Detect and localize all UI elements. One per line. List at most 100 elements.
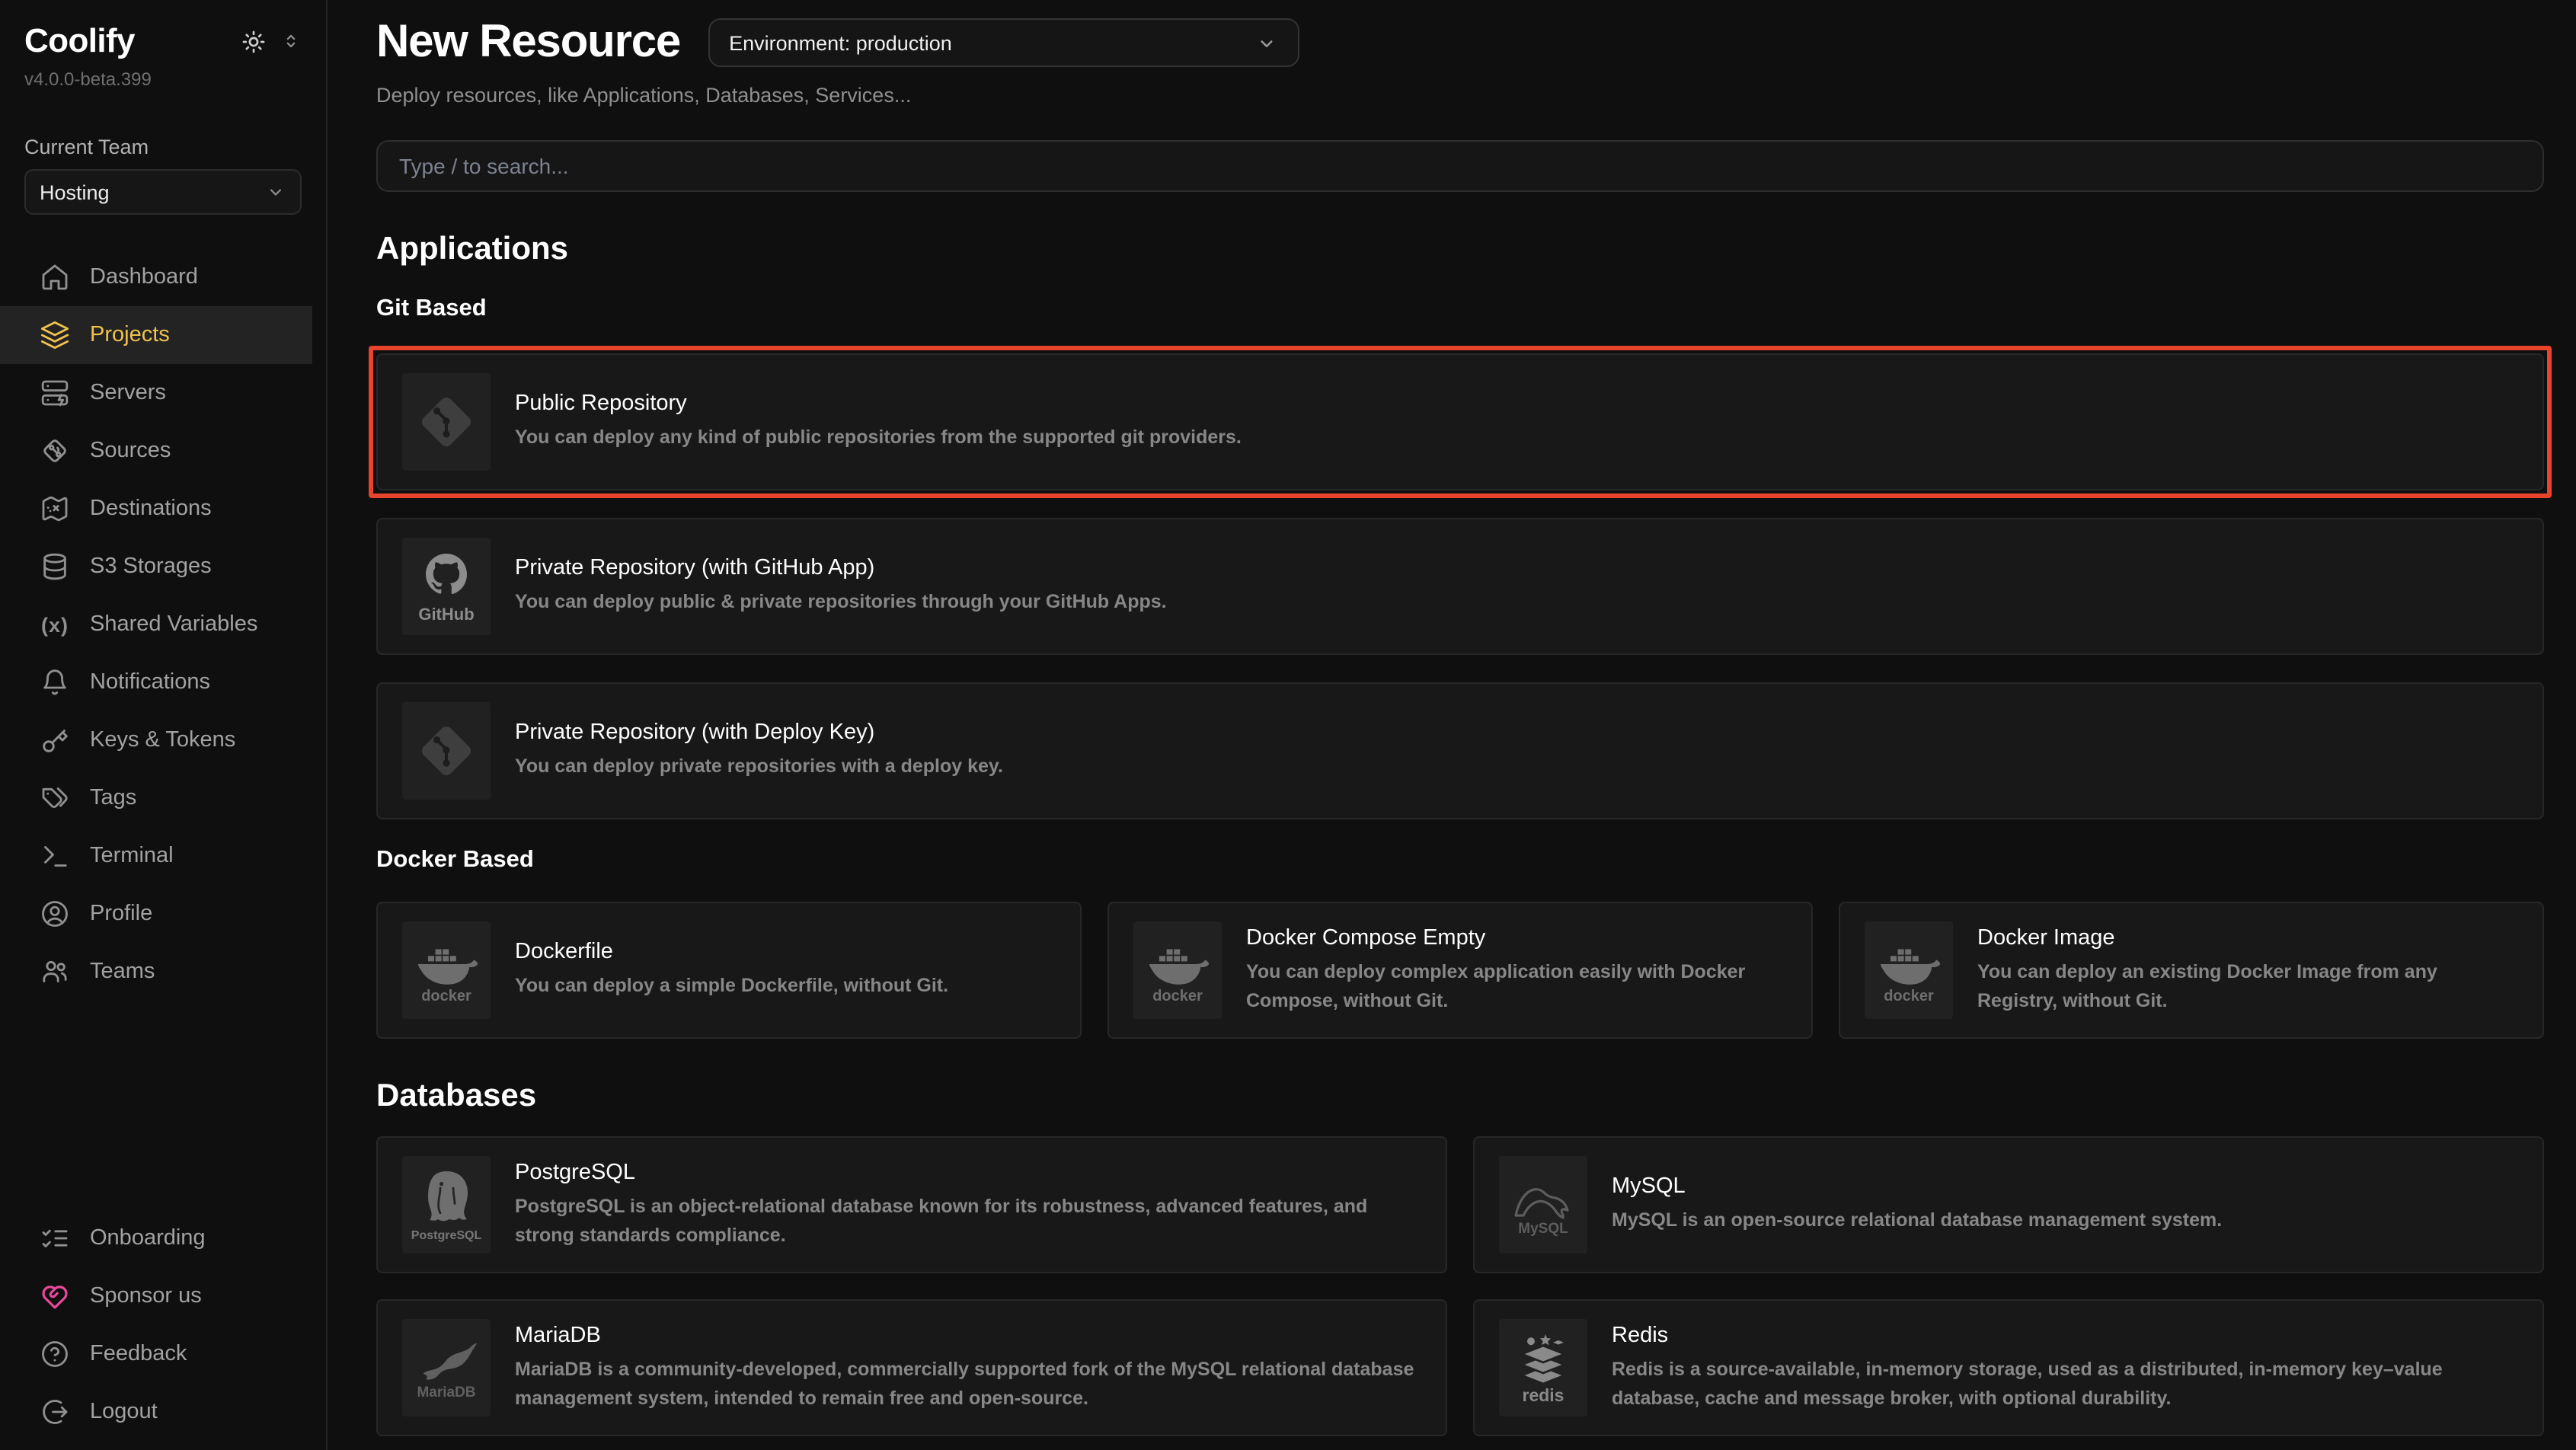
sidebar-item-label: Projects xyxy=(90,323,170,347)
sidebar-item-servers[interactable]: Servers xyxy=(0,364,312,422)
redis-logo: redis xyxy=(1499,1319,1587,1416)
card-desc: You can deploy public & private reposito… xyxy=(515,588,1167,617)
svg-text:GitHub: GitHub xyxy=(418,605,474,624)
sidebar-item-label: Sponsor us xyxy=(90,1284,202,1308)
sidebar-item-label: S3 Storages xyxy=(90,554,212,579)
git-logo xyxy=(402,702,491,800)
card-title: Private Repository (with GitHub App) xyxy=(515,556,1167,580)
theme-switcher-chevrons-icon[interactable] xyxy=(280,30,302,52)
key-icon xyxy=(40,725,70,755)
svg-text:docker: docker xyxy=(1152,988,1203,1004)
card-desc: MariaDB is a community-developed, commer… xyxy=(515,1356,1421,1413)
sidebar-item-feedback[interactable]: Feedback xyxy=(0,1325,312,1383)
current-team-label: Current Team xyxy=(24,136,302,158)
sidebar-item-label: Teams xyxy=(90,960,155,984)
database-icon xyxy=(40,551,70,582)
card-mysql[interactable]: MySQL MySQL MySQL is an open-source rela… xyxy=(1473,1136,2544,1273)
search-input[interactable] xyxy=(376,140,2544,192)
environment-select[interactable]: Environment: production xyxy=(708,18,1299,67)
card-title: Docker Image xyxy=(1977,926,2518,950)
user-circle-icon xyxy=(40,899,70,929)
card-title: Redis xyxy=(1612,1324,2518,1348)
chevron-down-icon xyxy=(1254,31,1277,54)
sidebar-item-shared-variables[interactable]: (x) Shared Variables xyxy=(0,596,312,653)
card-docker-compose-empty[interactable]: docker Docker Compose Empty You can depl… xyxy=(1107,902,1813,1039)
coolify-app: Coolify v4.0.0-beta.399 Current Team Hos… xyxy=(0,0,2576,1450)
sidebar-item-label: Destinations xyxy=(90,497,212,521)
map-icon xyxy=(40,493,70,524)
docker-logo: docker xyxy=(402,921,491,1019)
card-redis[interactable]: redis Redis Redis is a source-available,… xyxy=(1473,1299,2544,1436)
card-title: Docker Compose Empty xyxy=(1246,926,1787,950)
variables-icon: (x) xyxy=(40,609,70,640)
svg-text:docker: docker xyxy=(1884,988,1934,1004)
sidebar-item-label: Terminal xyxy=(90,844,174,868)
sidebar-item-destinations[interactable]: Destinations xyxy=(0,480,312,538)
card-title: Public Repository xyxy=(515,391,1242,416)
sidebar-item-tags[interactable]: Tags xyxy=(0,769,312,827)
theme-sun-icon[interactable] xyxy=(241,28,267,54)
card-desc: You can deploy complex application easil… xyxy=(1246,958,1787,1015)
terminal-icon xyxy=(40,841,70,871)
home-icon xyxy=(40,262,70,292)
card-dockerfile[interactable]: docker Dockerfile You can deploy a simpl… xyxy=(376,902,1082,1039)
card-private-repository-github-app[interactable]: GitHub Private Repository (with GitHub A… xyxy=(376,518,2544,655)
sidebar-item-label: Feedback xyxy=(90,1342,187,1366)
page-subtitle: Deploy resources, like Applications, Dat… xyxy=(376,84,2544,107)
subsection-title-git-based: Git Based xyxy=(376,295,2544,323)
main-content: New Resource Environment: production Dep… xyxy=(328,0,2576,1450)
subsection-title-docker-based: Docker Based xyxy=(376,847,2544,874)
sidebar-item-keys-tokens[interactable]: Keys & Tokens xyxy=(0,711,312,769)
sidebar-item-sponsor-us[interactable]: Sponsor us xyxy=(0,1267,312,1325)
server-icon xyxy=(40,378,70,408)
team-select-value: Hosting xyxy=(40,180,110,203)
card-desc: You can deploy a simple Dockerfile, with… xyxy=(515,972,948,1001)
card-title: PostgreSQL xyxy=(515,1161,1421,1185)
section-title-databases: Databases xyxy=(376,1078,2544,1115)
sidebar-item-sources[interactable]: Sources xyxy=(0,422,312,480)
environment-select-value: Environment: production xyxy=(729,31,952,54)
sidebar-item-terminal[interactable]: Terminal xyxy=(0,827,312,885)
sidebar-item-label: Shared Variables xyxy=(90,612,257,637)
help-circle-icon xyxy=(40,1339,70,1369)
mysql-logo: MySQL xyxy=(1499,1156,1587,1254)
docker-logo: docker xyxy=(1133,921,1222,1019)
sidebar-item-logout[interactable]: Logout xyxy=(0,1383,312,1441)
card-docker-image[interactable]: docker Docker Image You can deploy an ex… xyxy=(1839,902,2544,1039)
sidebar-item-label: Logout xyxy=(90,1400,158,1424)
list-checks-icon xyxy=(40,1223,70,1254)
card-mariadb[interactable]: MariaDB MariaDB MariaDB is a community-d… xyxy=(376,1299,1447,1436)
sidebar-item-profile[interactable]: Profile xyxy=(0,885,312,943)
card-title: Dockerfile xyxy=(515,940,948,964)
team-select[interactable]: Hosting xyxy=(24,169,302,215)
sidebar-item-label: Tags xyxy=(90,786,136,810)
svg-text:redis: redis xyxy=(1523,1385,1564,1404)
sidebar-item-teams[interactable]: Teams xyxy=(0,943,312,1001)
sidebar-item-label: Servers xyxy=(90,381,166,405)
sidebar-item-onboarding[interactable]: Onboarding xyxy=(0,1209,312,1267)
logout-icon xyxy=(40,1397,70,1427)
postgresql-logo: PostgreSQL xyxy=(402,1156,491,1254)
sidebar: Coolify v4.0.0-beta.399 Current Team Hos… xyxy=(0,0,328,1450)
tags-icon xyxy=(40,783,70,813)
card-postgresql[interactable]: PostgreSQL PostgreSQL PostgreSQL is an o… xyxy=(376,1136,1447,1273)
page-title: New Resource xyxy=(376,15,680,70)
sidebar-item-s3-storages[interactable]: S3 Storages xyxy=(0,538,312,596)
sidebar-item-projects[interactable]: Projects xyxy=(0,306,312,364)
svg-text:MySQL: MySQL xyxy=(1518,1221,1568,1237)
git-based-cards: Public Repository You can deploy any kin… xyxy=(376,353,2544,819)
bell-icon xyxy=(40,667,70,698)
git-diamond-icon xyxy=(40,436,70,466)
card-desc: You can deploy an existing Docker Image … xyxy=(1977,958,2518,1015)
database-cards: PostgreSQL PostgreSQL PostgreSQL is an o… xyxy=(376,1136,2544,1450)
brand-logo[interactable]: Coolify xyxy=(24,21,135,61)
card-public-repository[interactable]: Public Repository You can deploy any kin… xyxy=(376,353,2544,490)
docker-logo: docker xyxy=(1865,921,1953,1019)
card-desc: PostgreSQL is an object-relational datab… xyxy=(515,1193,1421,1250)
sidebar-item-notifications[interactable]: Notifications xyxy=(0,653,312,711)
section-title-applications: Applications xyxy=(376,232,2544,268)
card-private-repository-deploy-key[interactable]: Private Repository (with Deploy Key) You… xyxy=(376,682,2544,819)
layers-icon xyxy=(40,320,70,350)
sidebar-item-label: Profile xyxy=(90,902,152,926)
sidebar-item-dashboard[interactable]: Dashboard xyxy=(0,248,312,306)
